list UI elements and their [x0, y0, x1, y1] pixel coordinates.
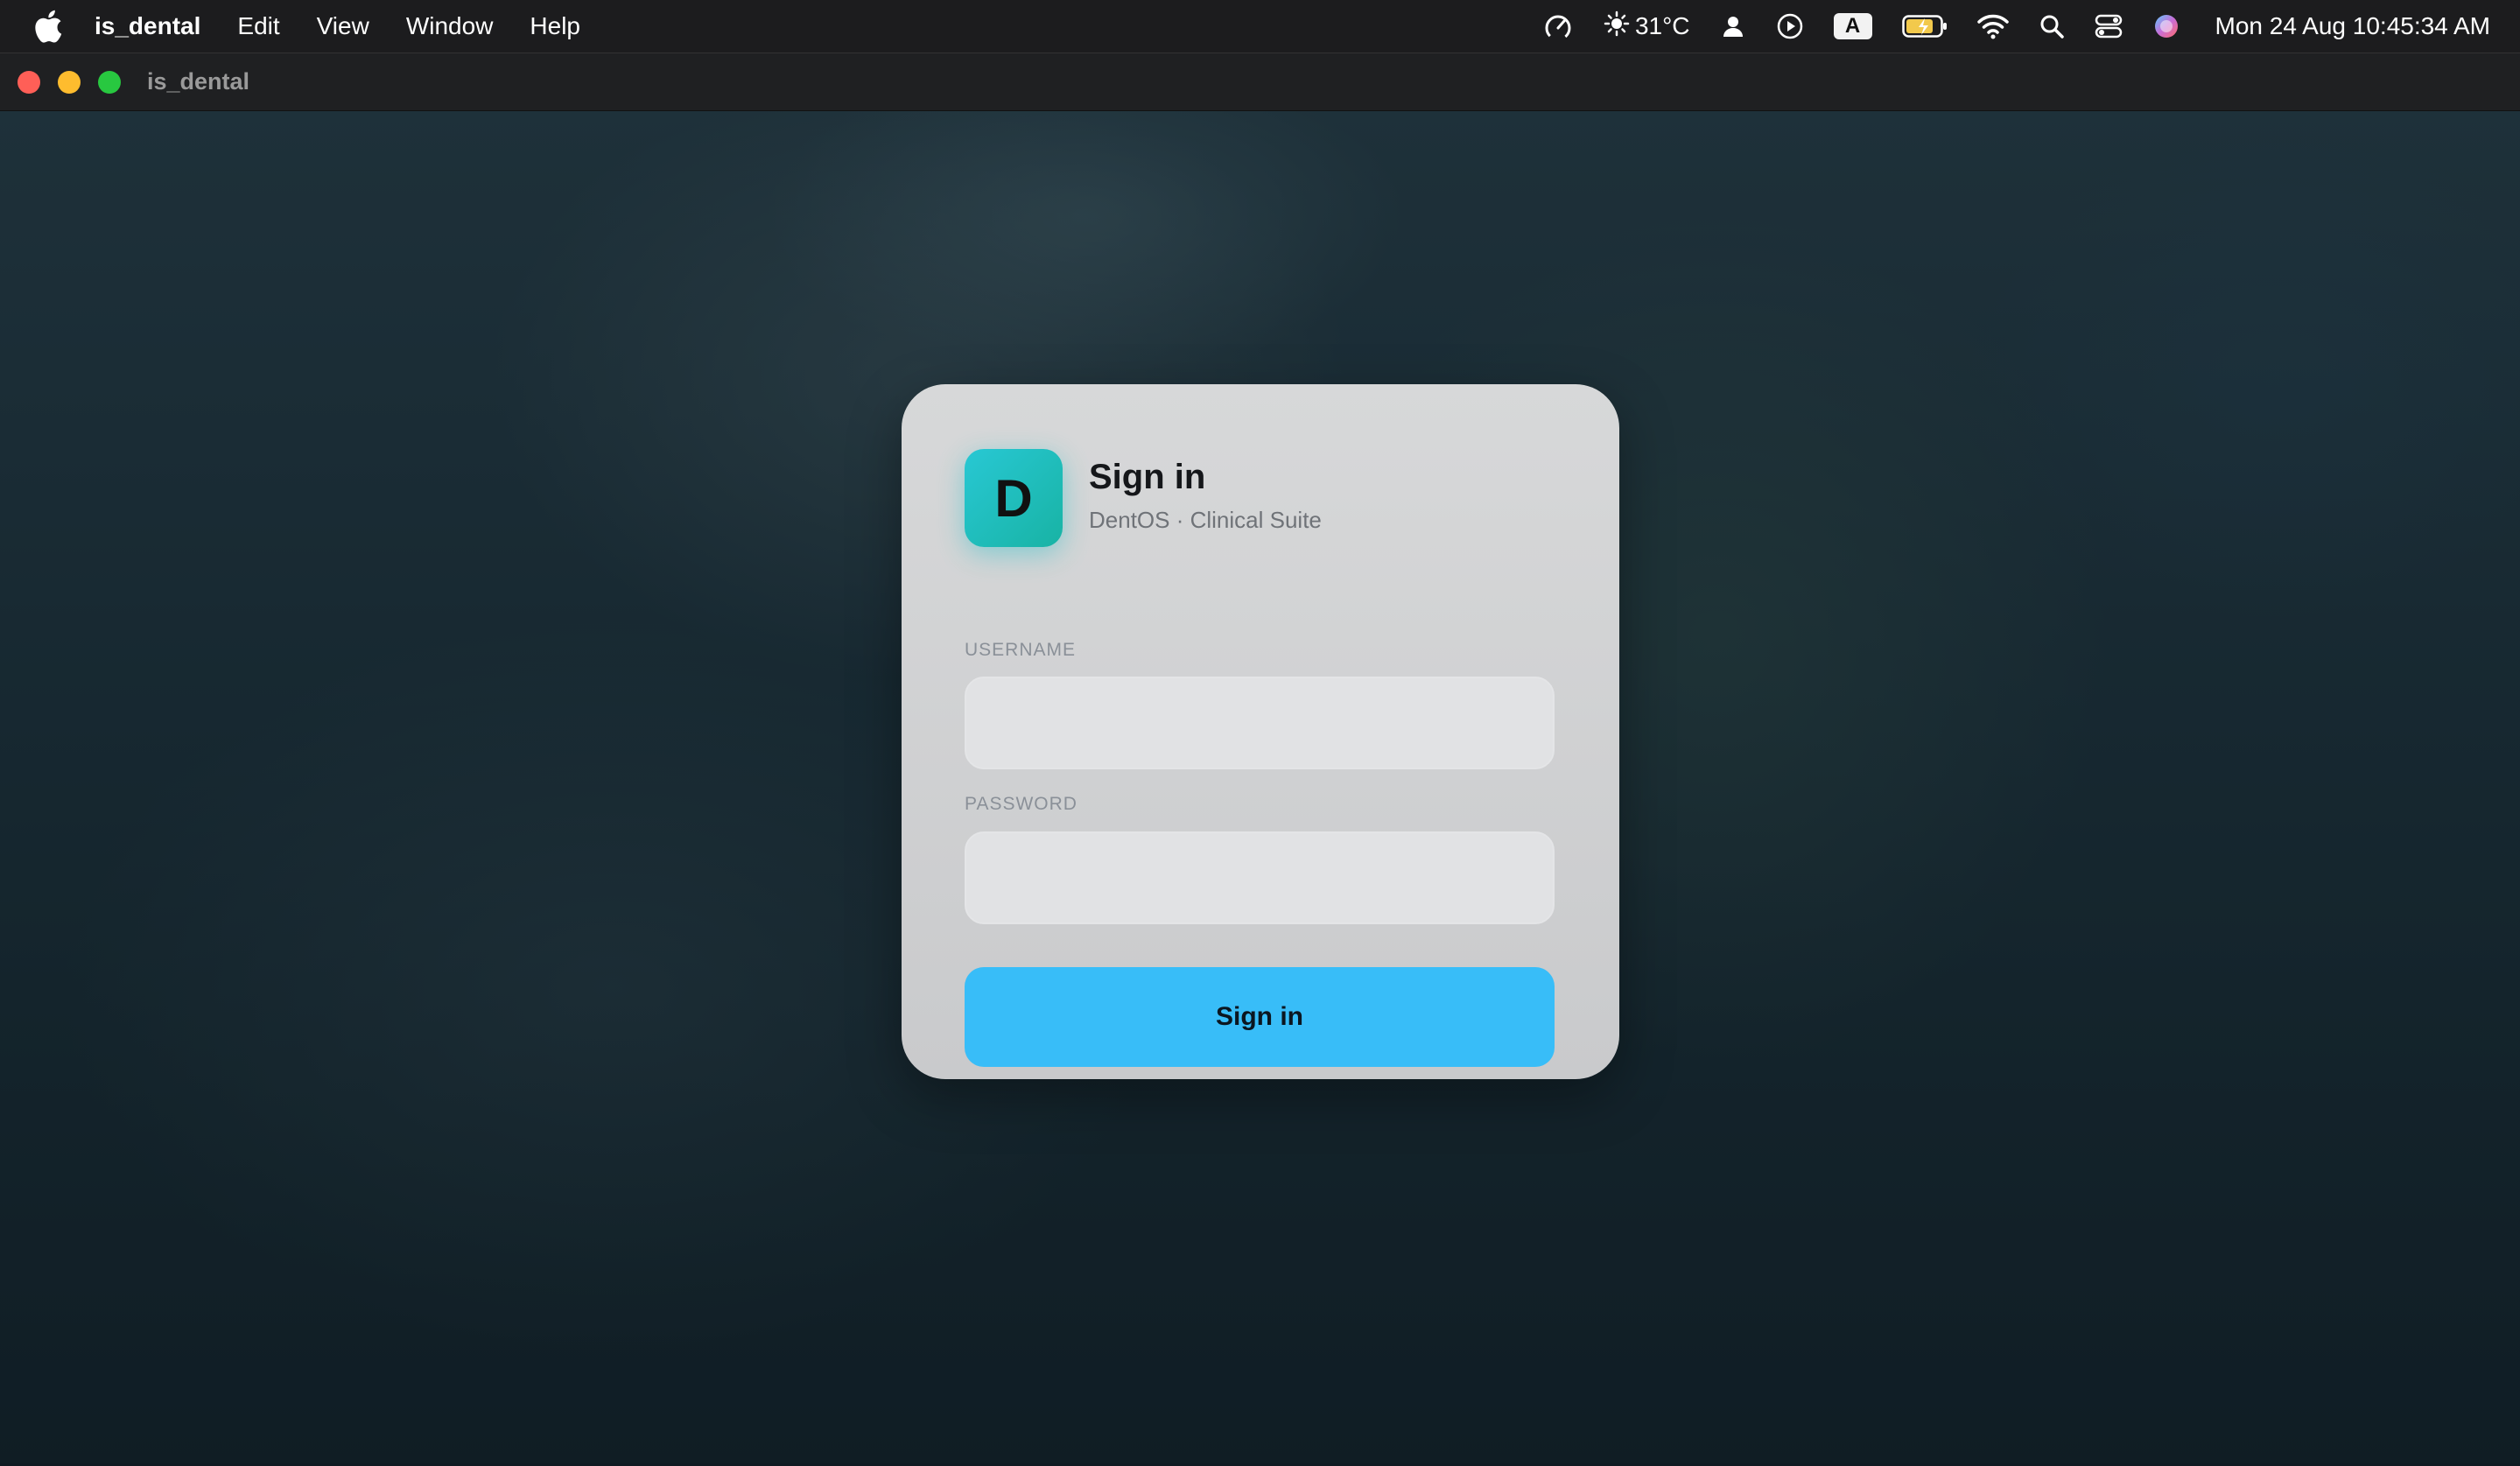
password-label: PASSWORD	[965, 794, 1077, 814]
username-field[interactable]	[965, 677, 1555, 769]
menu-help[interactable]: Help	[530, 12, 580, 40]
menu-view[interactable]: View	[317, 12, 369, 40]
signin-button[interactable]: Sign in	[965, 967, 1555, 1067]
signin-card: D Sign in DentOS · Clinical Suite USERNA…	[902, 384, 1619, 1079]
play-icon[interactable]	[1776, 0, 1804, 53]
zoom-window-button[interactable]	[98, 70, 121, 94]
keyboard-input-label: A	[1833, 13, 1872, 39]
sun-icon	[1604, 11, 1630, 43]
clock-time: 10:45:34 AM	[2352, 12, 2490, 39]
clock-date: Mon 24 Aug	[2215, 12, 2346, 39]
minimize-window-button[interactable]	[58, 70, 81, 94]
weather-temperature: 31°C	[1634, 12, 1690, 39]
status-area: 31°C A Mon 24 Aug 10:45:34 AM	[1513, 0, 2490, 53]
close-window-button[interactable]	[18, 70, 40, 94]
signin-title: Sign in	[1089, 458, 1206, 496]
password-field[interactable]	[965, 831, 1555, 924]
apple-icon[interactable]	[33, 10, 63, 43]
wifi-icon[interactable]	[1976, 0, 2009, 53]
weather-widget[interactable]: 31°C	[1604, 0, 1690, 53]
signin-subtitle: DentOS · Clinical Suite	[1089, 507, 1322, 533]
menu-edit[interactable]: Edit	[237, 12, 279, 40]
menu-bar-clock[interactable]: Mon 24 Aug 10:45:34 AM	[2215, 12, 2490, 40]
user-icon[interactable]	[1720, 0, 1746, 53]
username-label: USERNAME	[965, 640, 1077, 660]
keyboard-input-indicator[interactable]: A	[1833, 0, 1872, 53]
siri-icon[interactable]	[2152, 0, 2180, 53]
control-center-icon[interactable]	[2095, 0, 2123, 53]
menu-bar: is_dental Edit View Window Help 31°C A M…	[0, 0, 2520, 53]
brand-logo-tile: D	[965, 449, 1063, 547]
window-titlebar: is_dental	[0, 53, 2520, 111]
search-icon[interactable]	[2039, 0, 2065, 53]
battery-icon[interactable]	[1901, 0, 1948, 53]
speedometer-icon[interactable]	[1542, 0, 1574, 53]
menu-app-name[interactable]: is_dental	[95, 12, 200, 40]
window-title: is_dental	[147, 68, 250, 95]
menu-window[interactable]: Window	[406, 12, 494, 40]
